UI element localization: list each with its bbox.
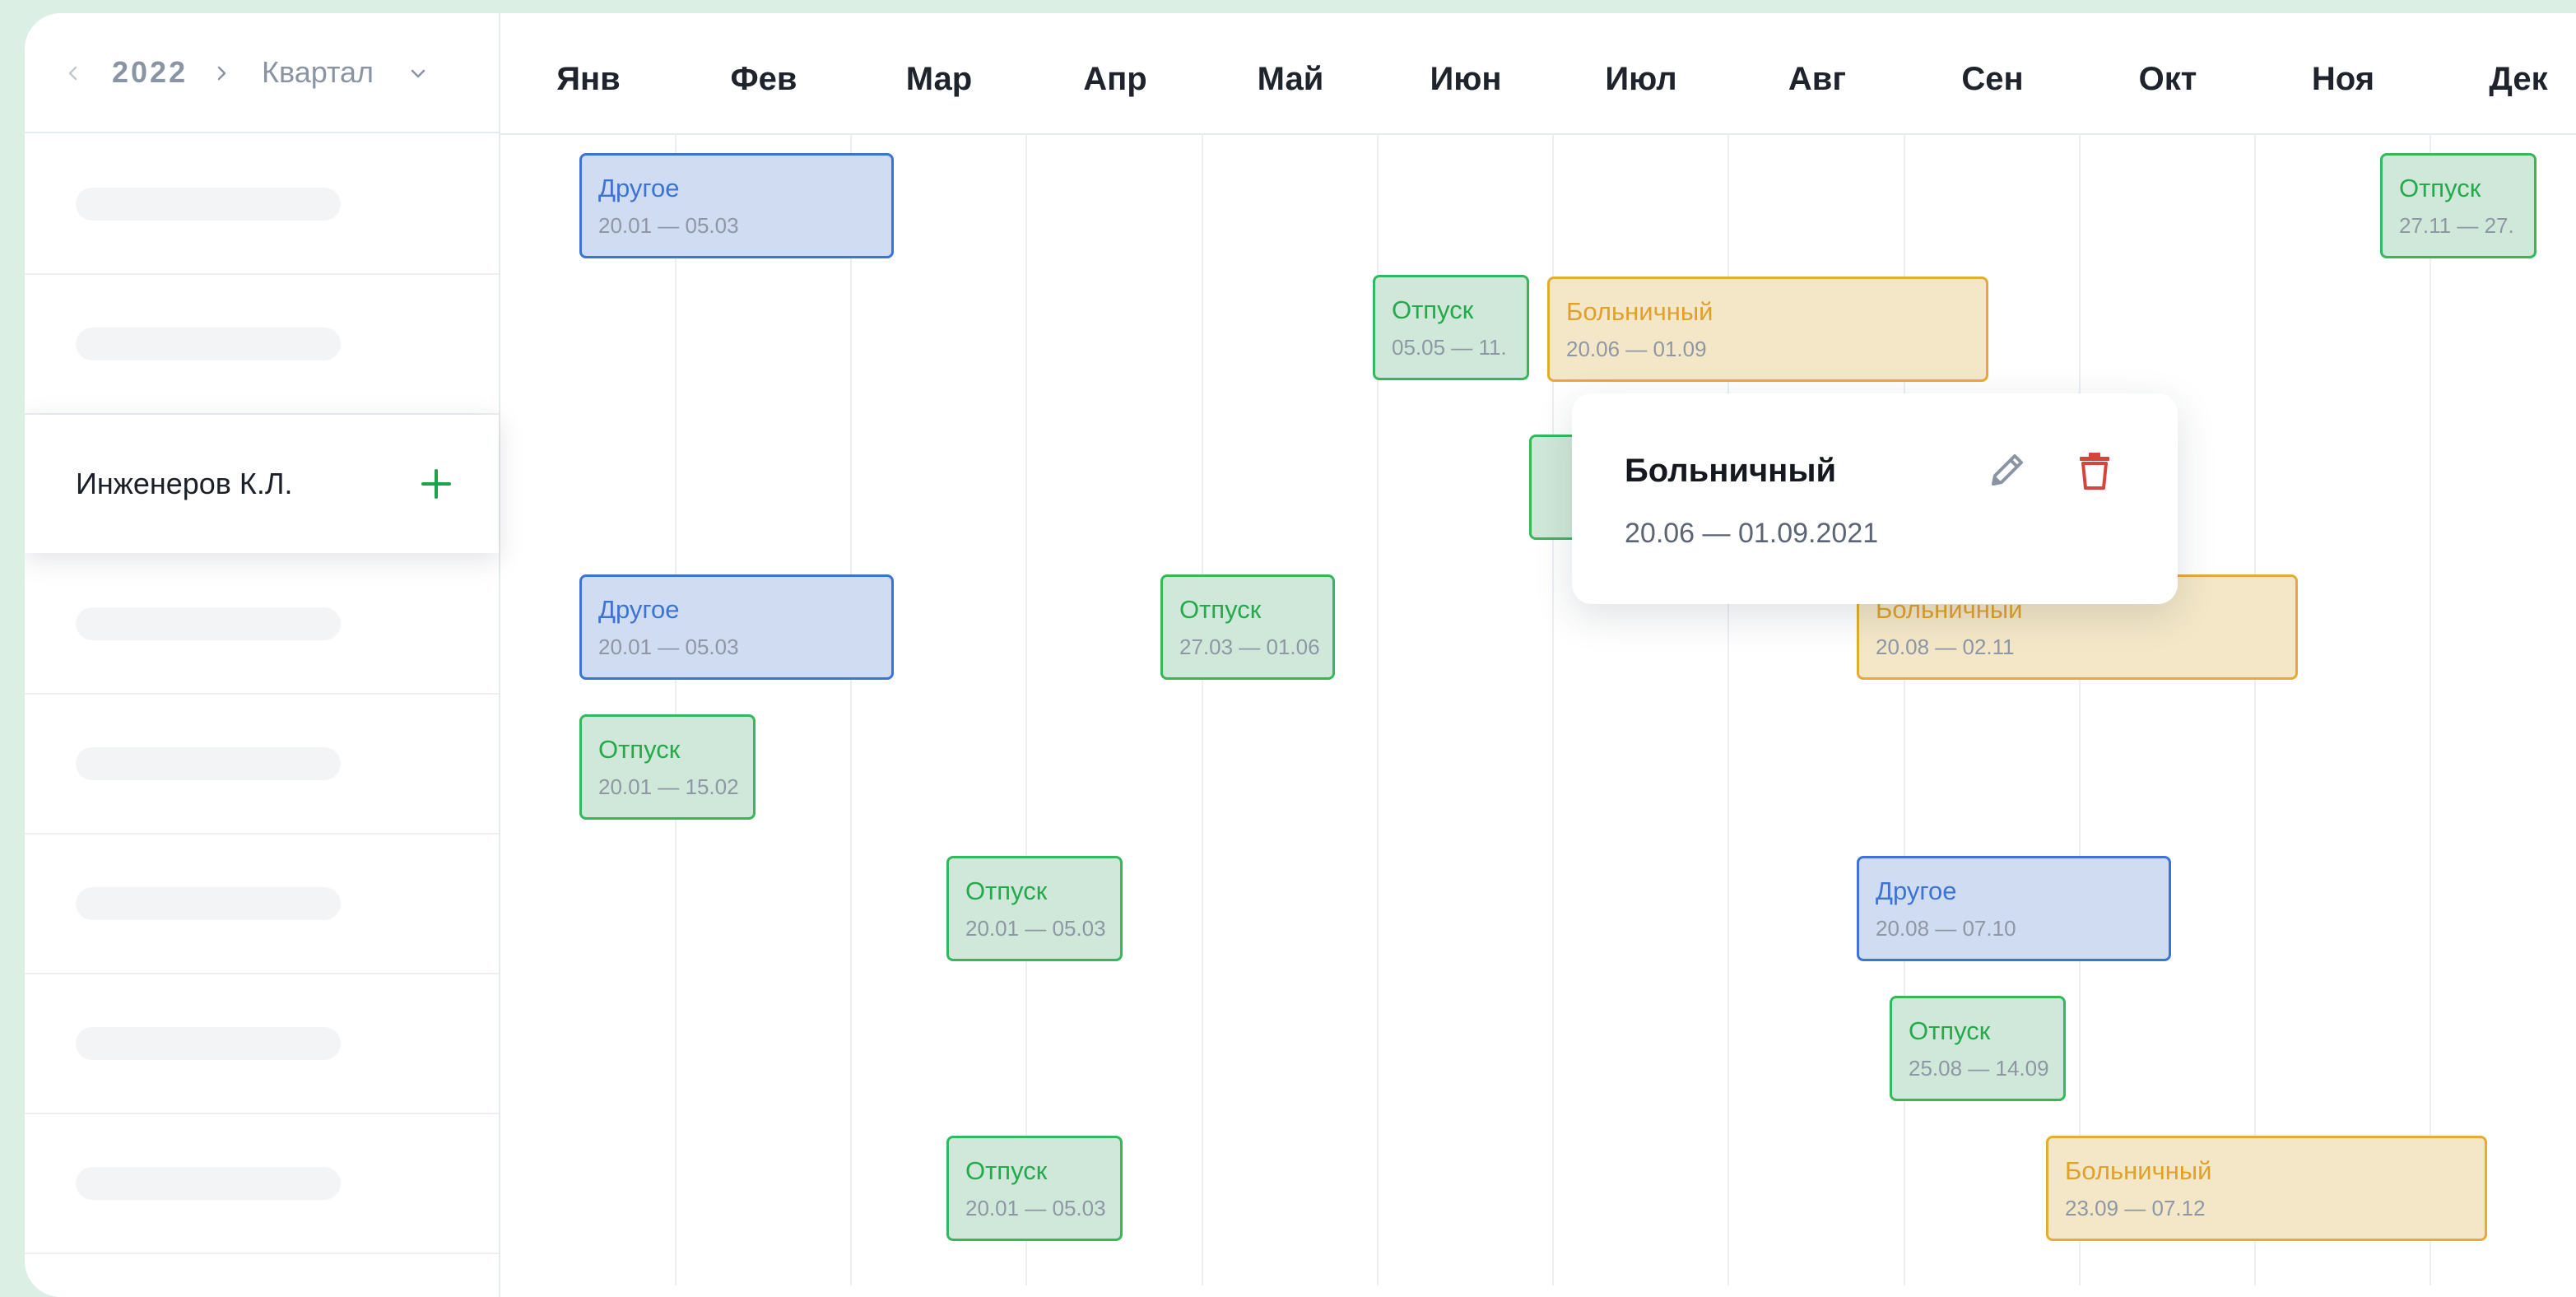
- event-block-sick[interactable]: Больничный 20.06 — 01.09: [1547, 277, 1988, 382]
- chevron-left-icon[interactable]: [64, 64, 82, 82]
- month-jun: Июн: [1430, 61, 1502, 97]
- employee-row[interactable]: [25, 555, 499, 695]
- event-title: Отпуск: [965, 876, 1048, 905]
- event-block-vacation[interactable]: Отпуск 27.03 — 01.06: [1160, 574, 1335, 680]
- month-jan: Янв: [556, 61, 621, 97]
- trash-icon[interactable]: [2072, 448, 2117, 492]
- month-may: Май: [1257, 61, 1324, 97]
- month-oct: Окт: [2138, 61, 2197, 97]
- event-dates: 20.01 — 05.03: [598, 213, 739, 238]
- event-dates: 05.05 — 11.: [1392, 335, 1507, 360]
- event-dates: 27.03 — 01.06: [1179, 635, 1320, 659]
- grid-line: [1025, 133, 1027, 1285]
- event-dates: 20.08 — 07.10: [1876, 916, 2016, 941]
- event-dates: 23.09 — 07.12: [2065, 1196, 2206, 1220]
- month-sep: Сен: [1961, 61, 2024, 97]
- event-dates: 20.01 — 15.02: [598, 774, 739, 799]
- skeleton-placeholder: [76, 887, 341, 920]
- event-dates: 20.06 — 01.09: [1566, 337, 1707, 361]
- event-block-vacation[interactable]: Отпуск 27.11 — 27.: [2380, 153, 2536, 258]
- event-dates: 20.01 — 05.03: [598, 635, 739, 659]
- event-title: Другое: [598, 595, 680, 624]
- month-aug: Авг: [1788, 61, 1847, 97]
- event-dates: 20.01 — 05.03: [965, 1196, 1106, 1220]
- event-dates: 25.08 — 14.09: [1909, 1056, 2049, 1081]
- event-block-vacation[interactable]: Отпуск 25.08 — 14.09: [1890, 996, 2066, 1101]
- calendar-card: 2022 Квартал Инженеров К.Л. Янв Фев Мар …: [25, 13, 2576, 1297]
- event-title: Отпуск: [1909, 1016, 1991, 1045]
- event-block-other[interactable]: Другое 20.01 — 05.03: [579, 574, 894, 680]
- popover-title: Больничный: [1625, 453, 1837, 489]
- employee-row[interactable]: [25, 695, 499, 834]
- add-event-button[interactable]: [416, 464, 456, 504]
- month-dec: Дек: [2489, 61, 2548, 97]
- event-popover: Больничный 20.06 — 01.09.2021: [1572, 393, 2178, 604]
- month-feb: Фев: [730, 61, 797, 97]
- employee-sidebar: 2022 Квартал Инженеров К.Л.: [25, 13, 500, 1297]
- employee-row[interactable]: [25, 275, 499, 415]
- event-title: Отпуск: [1392, 295, 1474, 324]
- grid-line: [675, 133, 677, 1285]
- grid-line: [1202, 133, 1203, 1285]
- skeleton-placeholder: [76, 1027, 341, 1060]
- event-block-other[interactable]: Другое 20.01 — 05.03: [579, 153, 894, 258]
- event-title: Больничный: [2065, 1156, 2212, 1185]
- event-dates: 20.01 — 05.03: [965, 916, 1106, 941]
- event-dates: 20.08 — 02.11: [1876, 635, 2015, 659]
- employee-row[interactable]: [25, 135, 499, 275]
- event-title: Больничный: [1566, 297, 1713, 326]
- pencil-icon[interactable]: [1985, 448, 2030, 492]
- skeleton-placeholder: [76, 747, 341, 780]
- event-block-vacation[interactable]: Отпуск 20.01 — 15.02: [579, 714, 756, 820]
- event-title: Отпуск: [965, 1156, 1048, 1185]
- employee-name: Инженеров К.Л.: [76, 467, 293, 500]
- event-title: Другое: [1876, 876, 1957, 905]
- employee-row[interactable]: [25, 974, 499, 1114]
- event-block-vacation[interactable]: Отпуск 05.05 — 11.: [1373, 275, 1529, 380]
- skeleton-placeholder: [76, 328, 341, 360]
- skeleton-placeholder: [76, 188, 341, 221]
- event-title: Отпуск: [598, 735, 681, 764]
- months-header: Янв Фев Мар Апр Май Июн Июл Авг Сен Окт …: [500, 13, 2576, 135]
- event-block-vacation[interactable]: [1529, 435, 1579, 540]
- event-dates: 27.11 — 27.: [2399, 213, 2514, 238]
- employee-row-active[interactable]: Инженеров К.Л.: [25, 415, 499, 553]
- event-block-vacation[interactable]: Отпуск 20.01 — 05.03: [946, 1136, 1123, 1241]
- grid-line: [2430, 133, 2431, 1285]
- event-block-sick[interactable]: Больничный 23.09 — 07.12: [2046, 1136, 2487, 1241]
- skeleton-placeholder: [76, 1167, 341, 1200]
- event-title: Отпуск: [2399, 174, 2481, 202]
- period-dropdown[interactable]: Квартал: [262, 56, 374, 89]
- month-apr: Апр: [1083, 61, 1147, 97]
- month-mar: Мар: [905, 61, 973, 97]
- chevron-down-icon[interactable]: [408, 66, 428, 82]
- year-label: 2022: [112, 55, 188, 89]
- popover-dates: 20.06 — 01.09.2021: [1625, 518, 1879, 549]
- grid-line: [2079, 133, 2081, 1285]
- employee-row[interactable]: [25, 1114, 499, 1254]
- period-selector: 2022 Квартал: [25, 13, 499, 133]
- event-block-vacation[interactable]: Отпуск 20.01 — 05.03: [946, 856, 1123, 961]
- event-title: Отпуск: [1179, 595, 1262, 624]
- grid-line: [850, 133, 852, 1285]
- chevron-right-icon[interactable]: [212, 64, 230, 82]
- employee-row[interactable]: [25, 834, 499, 974]
- month-nov: Ноя: [2311, 61, 2375, 97]
- event-block-other[interactable]: Другое 20.08 — 07.10: [1857, 856, 2171, 961]
- month-jul: Июл: [1605, 61, 1677, 97]
- grid-line: [2254, 133, 2256, 1285]
- skeleton-placeholder: [76, 607, 341, 640]
- event-title: Другое: [598, 174, 680, 202]
